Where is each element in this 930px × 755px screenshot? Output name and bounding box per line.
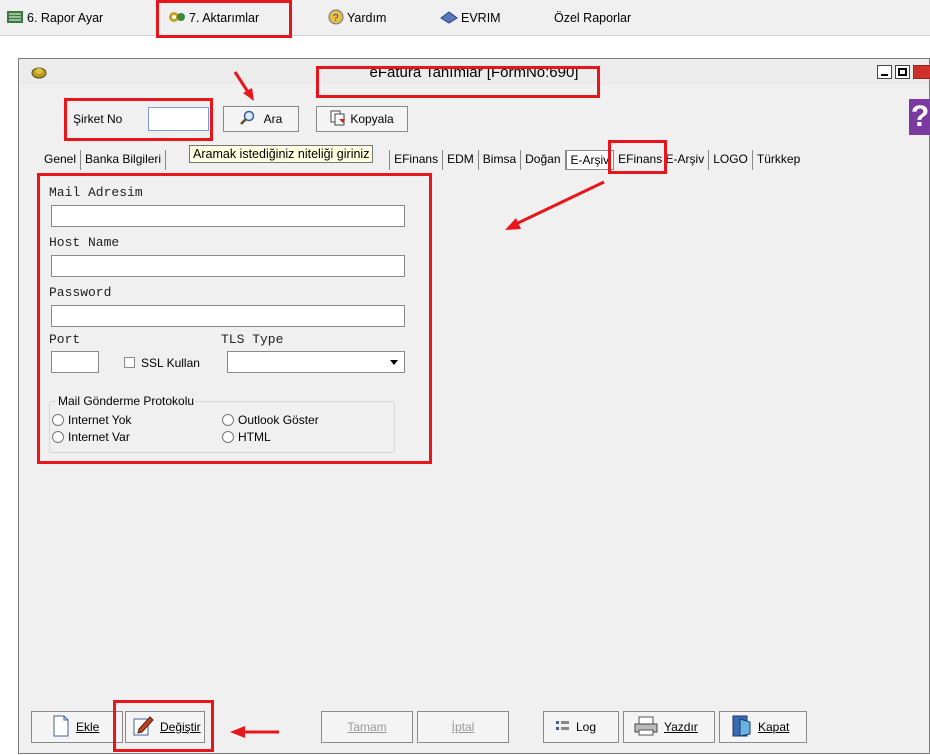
company-no-label: Şirket No <box>73 112 123 126</box>
log-button[interactable]: Log <box>543 711 619 743</box>
radio-html[interactable] <box>222 431 234 443</box>
host-input[interactable] <box>51 255 405 277</box>
menu-evrim-label: EVRIM <box>461 11 501 25</box>
tab-turkkep[interactable]: Türkkep <box>753 150 804 170</box>
e-arsiv-panel: Mail Adresim Host Name Password Port SSL… <box>41 179 431 463</box>
edit-button-label: Değiştir <box>160 720 201 734</box>
tab-strip: Genel Banka Bilgileri EFinans EDM Bimsa … <box>40 150 804 170</box>
printer-icon <box>634 716 658 739</box>
close-button-label: Kapat <box>758 720 790 734</box>
minimize-button[interactable] <box>877 65 892 79</box>
ok-button[interactable]: Tamam <box>321 711 413 743</box>
host-label: Host Name <box>49 235 120 250</box>
tab-genel[interactable]: Genel <box>40 150 82 170</box>
search-button[interactable]: Ara <box>223 106 299 132</box>
window-titlebar: eFatura Tanımlar [FormNo:690] <box>19 59 930 85</box>
menu-yardim[interactable]: ? Yardım <box>328 8 386 28</box>
print-button-label: Yazdır <box>664 720 698 734</box>
company-no-input[interactable] <box>148 107 209 131</box>
main-menubar: 6. Rapor Ayar 7. Aktarımlar ? Yardım EVR… <box>0 0 930 36</box>
port-label: Port <box>49 332 81 347</box>
exit-door-icon <box>732 715 752 740</box>
close-button[interactable]: Kapat <box>719 711 807 743</box>
tab-dogan[interactable]: Doğan <box>521 150 566 170</box>
close-window-button[interactable] <box>913 65 930 79</box>
radio-outlook-goster-label: Outlook Göster <box>238 413 319 427</box>
mail-input[interactable] <box>51 205 405 227</box>
evrim-icon <box>440 10 458 27</box>
new-document-icon <box>52 715 70 740</box>
search-toolbar: Şirket No Ara Kopyala <box>19 105 929 135</box>
log-button-label: Log <box>576 720 597 734</box>
radio-internet-var[interactable] <box>52 431 64 443</box>
help-icon: ? <box>328 9 344 28</box>
radio-internet-var-label: Internet Var <box>68 430 130 444</box>
efatura-window: eFatura Tanımlar [FormNo:690] ? Şirket N… <box>18 58 930 754</box>
report-icon <box>6 10 24 27</box>
port-input[interactable] <box>51 351 99 373</box>
password-input[interactable] <box>51 305 405 327</box>
magnifier-icon <box>239 110 256 129</box>
transfer-icon <box>168 9 186 28</box>
menu-evrim[interactable]: EVRIM <box>440 8 501 28</box>
tab-logo[interactable]: LOGO <box>709 150 753 170</box>
add-button-label: Ekle <box>76 720 100 734</box>
tab-efinans-e-arsiv[interactable]: EFinans E-Arşiv <box>614 150 710 170</box>
tls-type-select[interactable] <box>227 351 405 373</box>
bottom-toolbar: Ekle Değiştir Tamam İptal Log Yazdır Kap… <box>19 707 929 755</box>
tab-banka-bilgileri[interactable]: Banka Bilgileri <box>81 150 167 170</box>
search-button-label: Ara <box>263 112 283 126</box>
copy-icon <box>330 110 346 129</box>
menu-aktarimlar-label: 7. Aktarımlar <box>189 11 260 25</box>
mail-protocol-title: Mail Gönderme Protokolu <box>56 394 197 408</box>
radio-outlook-goster[interactable] <box>222 414 234 426</box>
svg-text:?: ? <box>333 13 339 24</box>
menu-yardim-label: Yardım <box>347 11 387 25</box>
menu-aktarimlar[interactable]: 7. Aktarımlar <box>168 8 259 28</box>
window-title: eFatura Tanımlar [FormNo:690] <box>369 64 579 81</box>
radio-internet-yok-label: Internet Yok <box>68 413 132 427</box>
chevron-down-icon <box>390 360 398 365</box>
tab-e-arsiv[interactable]: E-Arşiv <box>565 150 615 170</box>
copy-button[interactable]: Kopyala <box>316 106 408 132</box>
menu-ozel-raporlar[interactable]: Özel Raporlar <box>554 8 631 28</box>
list-icon <box>556 720 570 735</box>
mail-label: Mail Adresim <box>49 185 143 200</box>
cancel-button-label: İptal <box>451 720 475 734</box>
menu-ozel-raporlar-label: Özel Raporlar <box>554 11 632 25</box>
tab-edm[interactable]: EDM <box>443 150 479 170</box>
search-tooltip: Aramak istediğiniz niteliği giriniz <box>189 145 374 163</box>
mail-protocol-group: Mail Gönderme Protokolu Internet Yok Out… <box>49 394 395 453</box>
tab-efinans[interactable]: EFinans <box>390 150 444 170</box>
tls-label: TLS Type <box>221 332 284 347</box>
ssl-label: SSL Kullan <box>141 356 200 370</box>
ok-button-label: Tamam <box>347 720 387 734</box>
menu-rapor-ayar-label: 6. Rapor Ayar <box>27 11 104 25</box>
ssl-checkbox[interactable] <box>124 357 135 368</box>
tab-bimsa[interactable]: Bimsa <box>479 150 522 170</box>
print-button[interactable]: Yazdır <box>623 711 715 743</box>
pencil-icon <box>132 715 154 740</box>
radio-html-label: HTML <box>238 430 271 444</box>
maximize-button[interactable] <box>895 65 910 79</box>
copy-button-label: Kopyala <box>350 112 394 126</box>
edit-button[interactable]: Değiştir <box>125 711 205 743</box>
add-button[interactable]: Ekle <box>31 711 123 743</box>
password-label: Password <box>49 285 112 300</box>
menu-rapor-ayar[interactable]: 6. Rapor Ayar <box>6 8 103 28</box>
cancel-button[interactable]: İptal <box>417 711 509 743</box>
radio-internet-yok[interactable] <box>52 414 64 426</box>
